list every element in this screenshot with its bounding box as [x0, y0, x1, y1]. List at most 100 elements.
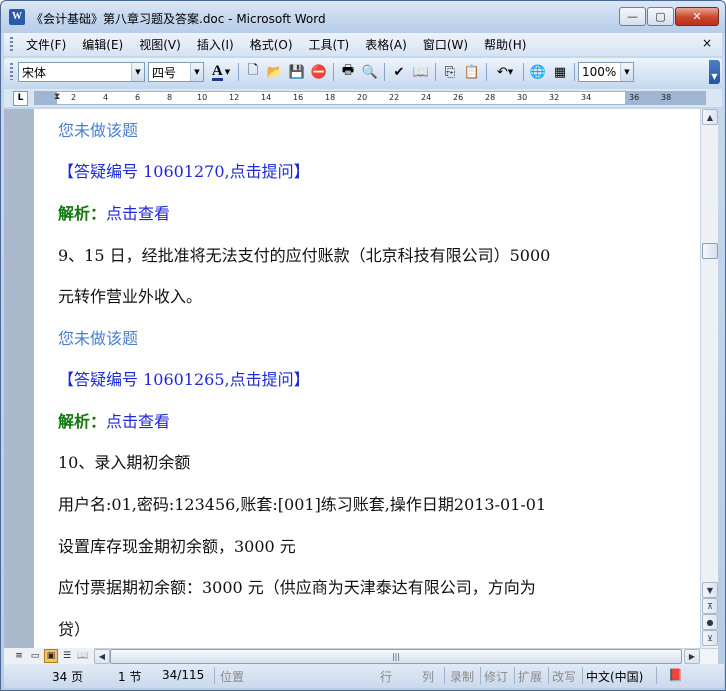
horizontal-scroll-thumb[interactable]: |||: [110, 649, 682, 664]
view-analysis-link[interactable]: 点击查看: [106, 204, 170, 223]
horizontal-ruler[interactable]: ⧗ 2 4 6 8 10 12 14 16 18 20 22 24 26 28 …: [34, 91, 706, 105]
select-browse-object-button[interactable]: ●: [702, 614, 718, 630]
status-extend[interactable]: 扩展: [518, 668, 542, 685]
undo-button[interactable]: ↶ ▼: [490, 61, 520, 83]
status-separator: [514, 667, 515, 684]
web-view-button[interactable]: ▭: [28, 649, 42, 663]
outline-view-button[interactable]: ☰: [60, 649, 74, 663]
status-page: 34 页: [52, 670, 84, 684]
status-overtype[interactable]: 改写: [552, 668, 576, 685]
question-text: 贷）: [58, 620, 91, 639]
menu-bar: 文件(F) 编辑(E) 视图(V) 插入(I) 格式(O) 工具(T) 表格(A…: [4, 33, 722, 56]
word-window: W 《会计基础》第八章习题及答案.doc - Microsoft Word — …: [0, 0, 726, 691]
print-layout-view-button[interactable]: ▣: [44, 649, 58, 663]
print-button[interactable]: 🖶: [337, 61, 359, 83]
vertical-scrollbar[interactable]: ▲ ▼ ⊼ ● ⊻: [700, 109, 718, 648]
font-name-value: 宋体: [22, 65, 47, 80]
scroll-up-button[interactable]: ▲: [702, 109, 718, 125]
copy-button[interactable]: ⎘: [439, 61, 461, 83]
chevron-down-icon[interactable]: ▼: [508, 68, 513, 76]
scroll-right-button[interactable]: ▶: [684, 649, 700, 664]
word-app-icon[interactable]: W: [9, 9, 25, 25]
hyperlink-icon: 🌐: [529, 64, 547, 80]
save-icon: 💾: [288, 64, 306, 80]
new-doc-icon: 🗋: [247, 63, 259, 78]
qa-link[interactable]: 【答疑编号 10601270,点击提问】: [58, 158, 310, 182]
font-color-icon: A: [211, 62, 223, 81]
font-color-button[interactable]: A ▼: [207, 61, 235, 83]
menu-view[interactable]: 视图(V): [131, 35, 189, 55]
status-page-of: 34/115: [162, 668, 205, 682]
normal-view-button[interactable]: ≡: [12, 649, 26, 663]
menu-help[interactable]: 帮助(H): [476, 35, 534, 55]
spelling-button[interactable]: ✔: [388, 61, 410, 83]
view-analysis-link[interactable]: 点击查看: [106, 412, 170, 431]
menu-edit[interactable]: 编辑(E): [74, 35, 131, 55]
ruler-number: 30: [517, 93, 528, 102]
menu-format[interactable]: 格式(O): [242, 35, 301, 55]
qa-link[interactable]: 【答疑编号 10601265,点击提问】: [58, 366, 310, 390]
toolbar-separator: [384, 63, 385, 81]
research-button[interactable]: 📖: [410, 61, 432, 83]
paste-button[interactable]: 📋: [461, 61, 483, 83]
menubar-grip[interactable]: [10, 37, 13, 52]
scroll-left-button[interactable]: ◀: [94, 649, 110, 664]
toolbar-options-chevron[interactable]: ▼: [709, 60, 720, 84]
new-document-button[interactable]: 🗋: [242, 61, 264, 83]
document-area: 您未做该题 【答疑编号 10601270,点击提问】 解析：点击查看 9、15 …: [4, 109, 700, 648]
paste-icon: 📋: [463, 64, 481, 80]
reading-view-button[interactable]: 📖: [76, 649, 90, 663]
table-icon: ▦: [553, 64, 567, 80]
status-position: 位置: [220, 670, 245, 684]
horizontal-scrollbar[interactable]: ◀ ||| ▶: [94, 648, 718, 664]
window-title: 《会计基础》第八章习题及答案.doc - Microsoft Word: [31, 12, 326, 26]
undo-icon: ↶: [496, 64, 508, 80]
close-document-button[interactable]: ×: [702, 36, 712, 50]
print-preview-button[interactable]: 🔍: [359, 61, 381, 83]
analysis-label: 解析：: [58, 204, 107, 223]
toolbar-grip[interactable]: [10, 63, 13, 80]
font-name-select[interactable]: 宋体 ▼: [18, 62, 145, 82]
close-button[interactable]: ✕: [675, 7, 719, 26]
spelling-status-icon[interactable]: 📕: [668, 668, 683, 682]
document-page[interactable]: 您未做该题 【答疑编号 10601270,点击提问】 解析：点击查看 9、15 …: [34, 109, 700, 648]
vertical-scroll-thumb[interactable]: [702, 243, 718, 259]
next-page-button[interactable]: ⊻: [702, 630, 718, 646]
chevron-down-icon[interactable]: ▼: [620, 63, 633, 81]
toolbar-separator: [574, 63, 575, 81]
question-text: 10、录入期初余额: [58, 453, 191, 472]
status-section: 1 节: [118, 670, 142, 684]
menu-table[interactable]: 表格(A): [357, 35, 415, 55]
scroll-down-button[interactable]: ▼: [702, 582, 718, 598]
zoom-select[interactable]: 100% ▼: [578, 62, 634, 82]
font-size-select[interactable]: 四号 ▼: [148, 62, 204, 82]
open-button[interactable]: 📂: [264, 61, 286, 83]
tab-selector[interactable]: L: [13, 91, 28, 106]
maximize-button[interactable]: ▢: [647, 7, 674, 26]
ruler-number: 16: [293, 93, 304, 102]
chevron-down-icon[interactable]: ▼: [190, 63, 203, 81]
indent-marker-icon[interactable]: ⧗: [54, 92, 60, 103]
status-record-macro[interactable]: 录制: [450, 668, 474, 685]
menu-file[interactable]: 文件(F): [18, 35, 74, 55]
permission-button[interactable]: ⛔: [308, 61, 330, 83]
question-text: 9、15 日，经批准将无法支付的应付账款（北京科技有限公司）5000: [58, 246, 551, 265]
menu-insert[interactable]: 插入(I): [189, 35, 242, 55]
open-folder-icon: 📂: [266, 64, 284, 80]
table-button[interactable]: ▦: [549, 61, 571, 83]
status-language[interactable]: 中文(中国): [586, 668, 643, 685]
previous-page-button[interactable]: ⊼: [702, 598, 718, 614]
chevron-down-icon[interactable]: ▼: [131, 63, 144, 81]
chevron-down-icon[interactable]: ▼: [225, 68, 230, 76]
ruler-number: 36: [629, 93, 640, 102]
save-button[interactable]: 💾: [286, 61, 308, 83]
zoom-value: 100%: [582, 65, 617, 79]
close-icon: ✕: [692, 10, 702, 23]
status-track-changes[interactable]: 修订: [484, 668, 508, 685]
ruler-number: 14: [261, 93, 272, 102]
menu-tools[interactable]: 工具(T): [301, 35, 358, 55]
minimize-button[interactable]: —: [619, 7, 646, 26]
spelling-icon: ✔: [393, 64, 405, 80]
hyperlink-button[interactable]: 🌐: [527, 61, 549, 83]
menu-window[interactable]: 窗口(W): [415, 35, 476, 55]
